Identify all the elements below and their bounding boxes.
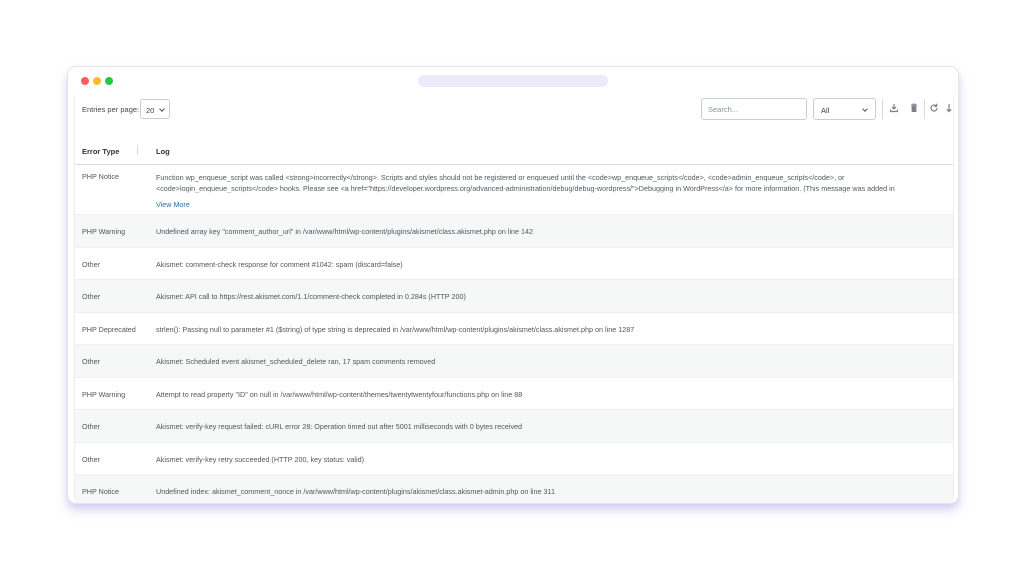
table-row: Other Akismet: verify-key request failed… <box>75 410 953 443</box>
error-type-cell: Other <box>82 422 100 431</box>
table-row: Other Akismet: verify-key retry succeede… <box>75 443 953 475</box>
arrow-down-icon[interactable] <box>943 102 955 114</box>
browser-window: Entries per page: 20 All <box>67 66 959 504</box>
log-cell: Akismet: comment-check response for comm… <box>156 259 403 269</box>
table-row: PHP Deprecated strlen(): Passing null to… <box>75 313 953 345</box>
log-cell: Undefined array key "comment_author_url"… <box>156 227 534 236</box>
error-type-filter-select[interactable]: All <box>813 98 876 120</box>
error-log-panel: Entries per page: 20 All <box>74 95 954 503</box>
error-type-cell: Other <box>82 357 100 366</box>
entries-per-page-label: Entries per page: <box>82 105 140 114</box>
error-type-cell: PHP Notice <box>82 172 120 181</box>
log-truncation-fade <box>156 190 936 196</box>
log-cell: Akismet: Scheduled event akismet_schedul… <box>156 357 436 366</box>
column-divider <box>137 145 138 155</box>
error-type-cell: PHP Notice <box>82 487 120 496</box>
error-type-cell: PHP Warning <box>82 227 126 236</box>
table-row: PHP Warning Undefined array key "comment… <box>75 215 953 248</box>
refresh-icon[interactable] <box>928 102 940 114</box>
table-row: Other Akismet: Scheduled event akismet_s… <box>75 345 953 378</box>
table-row: PHP Notice Undefined index: akismet_comm… <box>75 475 953 503</box>
log-cell: Attempt to read property "ID" on null in… <box>156 389 523 399</box>
table-row: Other Akismet: API call to https://rest.… <box>75 280 953 313</box>
log-cell: Undefined index: akismet_comment_nonce i… <box>156 487 555 496</box>
column-header-error-type[interactable]: Error Type <box>82 147 119 156</box>
log-cell: Akismet: API call to https://rest.akisme… <box>156 292 466 301</box>
chevron-down-icon <box>862 106 868 112</box>
table-row: Other Akismet: comment-check response fo… <box>75 248 953 280</box>
close-window-dot[interactable] <box>81 77 89 85</box>
entries-per-page-select[interactable]: 20 <box>140 99 170 119</box>
error-type-cell: PHP Warning <box>82 389 126 399</box>
log-cell: Akismet: verify-key request failed: cURL… <box>156 422 523 431</box>
table-row: PHP Warning Attempt to read property "ID… <box>75 378 953 410</box>
toolbar-divider <box>882 99 883 119</box>
download-icon[interactable] <box>888 102 900 114</box>
entries-per-page-value: 20 <box>146 106 155 115</box>
column-header-log[interactable]: Log <box>156 147 170 156</box>
log-toolbar: Entries per page: 20 All <box>75 95 953 127</box>
error-type-cell: Other <box>82 259 100 269</box>
filter-value: All <box>821 106 830 115</box>
address-bar[interactable] <box>418 75 608 87</box>
minimize-window-dot[interactable] <box>93 77 101 85</box>
log-cell: Akismet: verify-key retry succeeded (HTT… <box>156 454 364 464</box>
search-input[interactable] <box>701 98 807 120</box>
table-header: Error Type Log <box>75 135 953 165</box>
chevron-down-icon <box>159 106 165 112</box>
toolbar-divider <box>924 99 925 119</box>
maximize-window-dot[interactable] <box>105 77 113 85</box>
error-log-table: Error Type Log PHP Notice Function wp_en… <box>75 135 953 503</box>
trash-icon[interactable] <box>908 102 920 114</box>
error-type-cell: Other <box>82 292 100 301</box>
view-more-link[interactable]: View More <box>156 200 190 209</box>
table-row: PHP Notice Function wp_enqueue_script wa… <box>75 165 953 215</box>
log-cell: strlen(): Passing null to parameter #1 (… <box>156 324 635 334</box>
error-type-cell: Other <box>82 454 100 464</box>
window-titlebar <box>68 67 958 95</box>
error-type-cell: PHP Deprecated <box>82 324 136 334</box>
